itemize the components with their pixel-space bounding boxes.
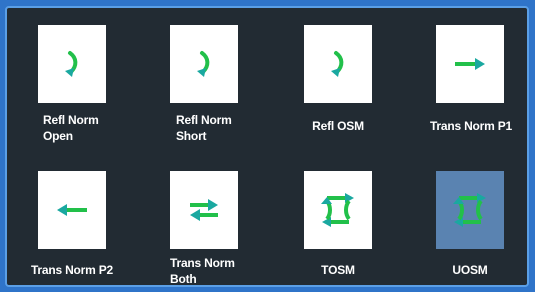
uosm-label: UOSM <box>452 263 488 277</box>
reflection-short-arrow-icon <box>197 51 210 77</box>
trans-norm-both-label: Trans Norm Both <box>170 256 235 286</box>
refl-osm-label: Refl OSM <box>312 119 364 133</box>
tosm-loop-arrows-icon <box>321 193 354 227</box>
trans-norm-p2-button[interactable] <box>38 171 106 249</box>
refl-osm-button[interactable] <box>304 25 372 103</box>
uosm-button[interactable] <box>436 171 504 249</box>
bidirectional-arrows-icon <box>190 199 218 221</box>
right-arrow-icon <box>455 58 485 70</box>
reflection-osm-arrow-icon <box>331 51 344 77</box>
trans-norm-p1-label: Trans Norm P1 <box>429 119 513 133</box>
trans-norm-p1-button[interactable] <box>436 25 504 103</box>
left-arrow-icon <box>57 204 87 216</box>
reflection-open-arrow-icon <box>65 51 78 77</box>
refl-norm-short-button[interactable] <box>170 25 238 103</box>
refl-norm-open-label: Refl Norm Open <box>43 113 99 143</box>
trans-norm-p2-label: Trans Norm P2 <box>30 263 114 277</box>
trans-norm-both-button[interactable] <box>170 171 238 249</box>
refl-norm-short-label: Refl Norm Short <box>176 113 232 143</box>
tosm-label: TOSM <box>321 263 355 277</box>
uosm-loop-arrows-icon <box>453 193 486 227</box>
tosm-button[interactable] <box>304 171 372 249</box>
refl-norm-open-button[interactable] <box>38 25 106 103</box>
calibration-type-panel: Refl Norm Open Refl Norm Short Refl OSM … <box>5 6 529 287</box>
